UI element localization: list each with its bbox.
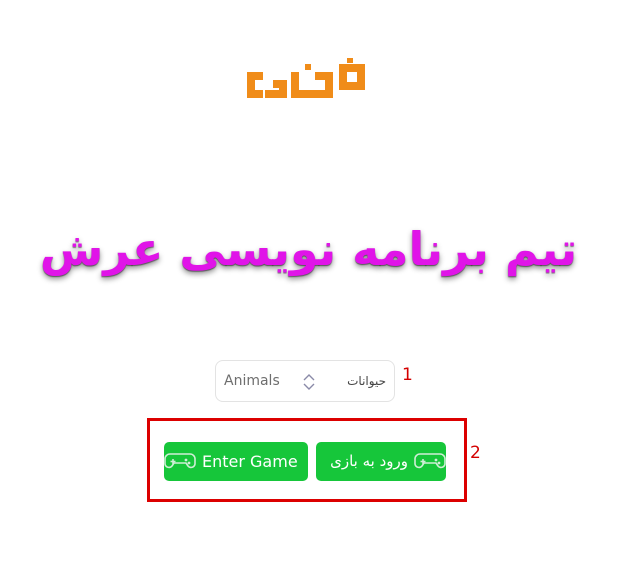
logo <box>243 58 375 104</box>
category-select-value-fa: حیوانات <box>347 374 386 388</box>
annotation-marker-2: 2 <box>470 443 481 463</box>
enter-game-fa-button[interactable]: ورود به بازی <box>316 442 446 481</box>
gamepad-icon <box>414 448 446 474</box>
chevron-updown-icon <box>302 372 316 392</box>
category-select[interactable]: Animals حیوانات <box>215 360 395 402</box>
enter-game-fa-label: ورود به بازی <box>330 452 408 470</box>
annotation-marker-1: 1 <box>402 365 413 385</box>
category-select-value-en: Animals <box>224 373 280 389</box>
fanavard-logo-mark <box>247 58 365 98</box>
gamepad-icon <box>164 448 196 474</box>
enter-game-button[interactable]: Enter Game <box>164 442 308 481</box>
hero-title: تیم برنامه نویسی عرش <box>39 222 578 276</box>
enter-game-label: Enter Game <box>202 452 298 471</box>
